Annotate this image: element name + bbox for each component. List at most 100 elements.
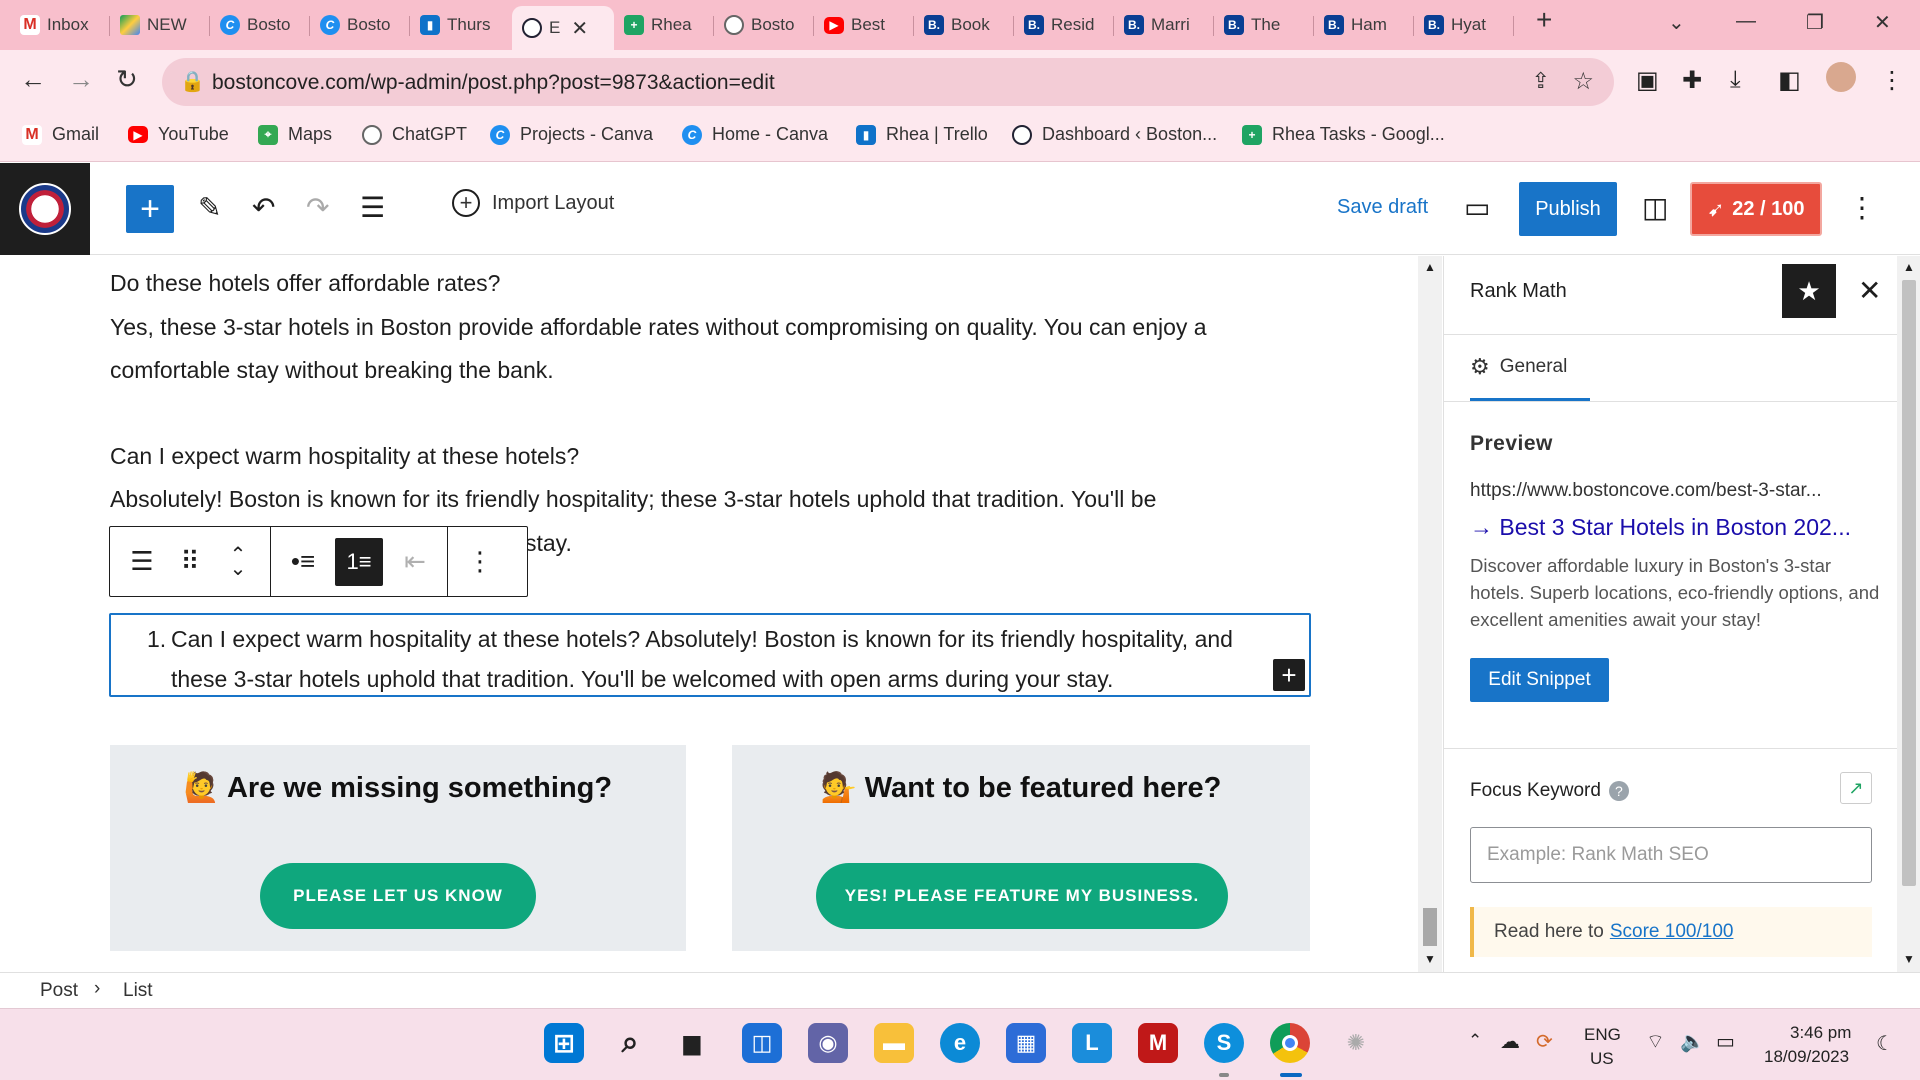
browser-tab[interactable]: ▮ Thurs	[410, 8, 510, 42]
side-panel-icon[interactable]: ◧	[1778, 66, 1801, 95]
canvas-scrollbar[interactable]: ▲ ▼	[1418, 256, 1442, 972]
profile-avatar[interactable]	[1826, 62, 1856, 92]
clock-date[interactable]: 18/09/2023	[1764, 1047, 1849, 1067]
restore-icon[interactable]: ❐	[1806, 10, 1824, 35]
scroll-up-icon[interactable]: ▲	[1903, 260, 1915, 274]
browser-tab[interactable]: B. Book	[914, 8, 1014, 42]
bookmark-star-icon[interactable]: ☆	[1572, 67, 1594, 96]
new-tab-icon[interactable]: +	[1536, 4, 1552, 36]
browser-tab[interactable]: M Inbox	[10, 8, 110, 42]
score-100-link[interactable]: Score 100/100	[1610, 921, 1734, 943]
pin-star-button[interactable]: ★	[1782, 264, 1836, 318]
bookmark-youtube[interactable]: ▶ YouTube	[128, 124, 229, 145]
scroll-thumb[interactable]	[1423, 908, 1437, 946]
download-icon[interactable]: ⤓	[1730, 66, 1741, 94]
language-indicator[interactable]: ENG	[1584, 1025, 1621, 1045]
teams-chat-icon[interactable]: ◉	[808, 1023, 848, 1063]
browser-tab[interactable]: ▶ Best	[814, 8, 914, 42]
wifi-icon[interactable]: ⌔	[1646, 1029, 1665, 1054]
import-layout-button[interactable]: + Import Layout	[452, 189, 614, 217]
add-block-button[interactable]: +	[126, 185, 174, 233]
browser-tab[interactable]: B. Ham	[1314, 8, 1414, 42]
faq-answer-line[interactable]: comfortable stay without breaking the ba…	[110, 349, 554, 392]
scroll-down-icon[interactable]: ▼	[1903, 952, 1915, 966]
tab-general[interactable]: ⚙ General	[1470, 335, 1590, 401]
browser-tab[interactable]: B. Hyat	[1414, 8, 1514, 42]
mcafee-icon[interactable]: M	[1138, 1023, 1178, 1063]
trends-chart-icon[interactable]: ↗	[1840, 772, 1872, 804]
scroll-up-icon[interactable]: ▲	[1424, 260, 1436, 274]
let-us-know-button[interactable]: PLEASE LET US KNOW	[260, 863, 536, 929]
close-sidebar-icon[interactable]: ✕	[1858, 274, 1881, 307]
edit-snippet-button[interactable]: Edit Snippet	[1470, 658, 1609, 702]
faq-answer-line[interactable]: Yes, these 3-star hotels in Boston provi…	[110, 306, 1207, 349]
outdent-icon[interactable]: ⇤	[399, 546, 431, 577]
forward-icon[interactable]: →	[68, 64, 94, 95]
faq-question[interactable]: Can I expect warm hospitality at these h…	[110, 435, 579, 478]
puzzle-icon[interactable]: ✚	[1682, 66, 1702, 95]
browser-tab[interactable]: B. Resid	[1014, 8, 1114, 42]
reload-icon[interactable]: ↻	[116, 64, 138, 95]
edge-icon[interactable]: e	[940, 1023, 980, 1063]
faq-answer-tail[interactable]: stay.	[525, 522, 572, 565]
preview-laptop-icon[interactable]: ▭	[1464, 191, 1490, 224]
bookmark-dashboard[interactable]: Dashboard ‹ Boston...	[1012, 124, 1217, 145]
bookmark-rhea-tasks[interactable]: + Rhea Tasks - Googl...	[1242, 124, 1445, 145]
faq-question[interactable]: Do these hotels offer affordable rates?	[110, 262, 500, 305]
inline-add-block-button[interactable]: +	[1273, 659, 1305, 691]
browser-tab-active[interactable]: E ✕	[512, 6, 614, 50]
chrome-menu-icon[interactable]: ⋮	[1880, 66, 1904, 95]
chrome-icon[interactable]	[1270, 1023, 1310, 1063]
close-window-icon[interactable]: ✕	[1874, 10, 1891, 35]
document-overview-icon[interactable]: ☰	[360, 191, 385, 224]
file-explorer-icon[interactable]: ▬	[874, 1023, 914, 1063]
browser-tab[interactable]: B. The	[1214, 8, 1314, 42]
options-menu-icon[interactable]: ⋮	[1848, 191, 1876, 224]
breadcrumb-post[interactable]: Post	[40, 980, 78, 1002]
bookmark-projects-canva[interactable]: C Projects - Canva	[490, 124, 653, 145]
list-block[interactable]: 1. Can I expect warm hospitality at thes…	[109, 613, 1311, 697]
windows-start-icon[interactable]: ⊞	[544, 1023, 584, 1063]
skype-icon[interactable]: S	[1204, 1023, 1244, 1063]
snippet-title[interactable]: → Best 3 Star Hotels in Boston 202...	[1470, 514, 1880, 541]
sidebar-scrollbar[interactable]: ▲ ▼	[1897, 256, 1920, 972]
rank-math-score-button[interactable]: ➹ 22 / 100	[1690, 182, 1822, 236]
browser-tab[interactable]: Bosto	[714, 8, 814, 42]
close-tab-icon[interactable]: ✕	[571, 16, 588, 41]
minimize-icon[interactable]: —	[1736, 10, 1756, 33]
share-icon[interactable]: ⇪	[1532, 68, 1550, 94]
redo-icon[interactable]: ↷	[306, 191, 329, 224]
save-draft-button[interactable]: Save draft	[1337, 196, 1428, 219]
faq-answer-line[interactable]: Absolutely! Boston is known for its frie…	[110, 478, 1156, 521]
feature-my-business-button[interactable]: YES! PLEASE FEATURE MY BUSINESS.	[816, 863, 1228, 929]
clock-time[interactable]: 3:46 pm	[1790, 1023, 1851, 1043]
browser-tab[interactable]: C Bosto	[310, 8, 410, 42]
drag-handle-icon[interactable]: ⠿	[174, 546, 206, 577]
site-logo[interactable]	[0, 163, 90, 255]
bookmark-trello[interactable]: ▮ Rhea | Trello	[856, 124, 988, 145]
bookmark-maps[interactable]: ⌖ Maps	[258, 124, 332, 145]
publish-button[interactable]: Publish	[1519, 182, 1617, 236]
bookmark-gmail[interactable]: M Gmail	[22, 124, 99, 145]
search-icon[interactable]: ⌕	[610, 1023, 650, 1063]
move-up-down-icon[interactable]: ⌃ ⌄	[222, 545, 254, 579]
browser-tab[interactable]: B. Marri	[1114, 8, 1214, 42]
sync-icon[interactable]: ⟳	[1536, 1029, 1553, 1054]
app-icon[interactable]: ✺	[1336, 1023, 1376, 1063]
unordered-list-icon[interactable]: •≡	[287, 546, 319, 577]
extension-icon[interactable]: ▣	[1636, 66, 1659, 95]
ordered-list-icon[interactable]: 1≡	[335, 537, 383, 586]
scroll-down-icon[interactable]: ▼	[1424, 952, 1436, 966]
settings-sidebar-icon[interactable]: ◫	[1642, 191, 1668, 224]
show-hidden-icons-chevron[interactable]: ⌃	[1468, 1031, 1482, 1051]
scroll-thumb[interactable]	[1902, 280, 1916, 886]
bookmark-chatgpt[interactable]: ChatGPT	[362, 124, 467, 145]
breadcrumb-list[interactable]: List	[123, 980, 153, 1002]
browser-tab[interactable]: + Rhea	[614, 8, 714, 42]
browser-tab[interactable]: NEW	[110, 8, 210, 42]
bookmark-home-canva[interactable]: C Home - Canva	[682, 124, 828, 145]
edit-tools-pencil-icon[interactable]: ✎	[198, 191, 221, 224]
tab-search-chevron-icon[interactable]: ⌄	[1668, 10, 1685, 35]
help-icon[interactable]: ?	[1608, 781, 1629, 801]
volume-icon[interactable]: 🔈	[1680, 1029, 1705, 1054]
